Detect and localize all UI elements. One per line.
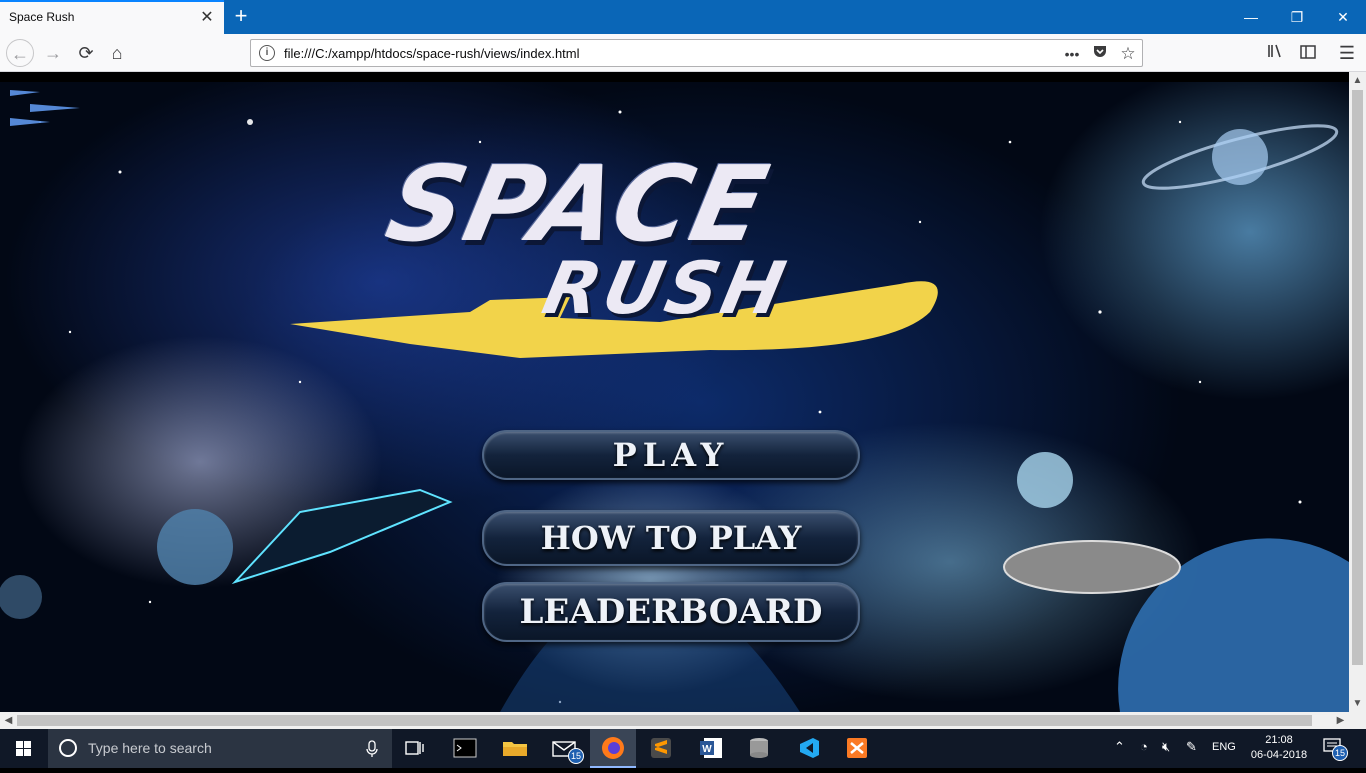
vertical-scrollbar[interactable]: ▲ ▼ <box>1349 72 1366 712</box>
how-to-play-button[interactable]: HOW TO PLAY <box>482 510 860 566</box>
logo-title-rush: RUSH <box>536 246 796 330</box>
mail-badge: 15 <box>568 748 584 764</box>
clock-time: 21:08 <box>1265 734 1293 746</box>
horizontal-scroll-thumb[interactable] <box>17 715 1312 726</box>
word-icon[interactable]: W <box>688 729 734 768</box>
cortana-icon <box>59 739 77 757</box>
browser-nav-bar: ← → ⟳ ⌂ i file:///C:/xampp/htdocs/space-… <box>0 34 1366 72</box>
search-placeholder: Type here to search <box>88 740 212 756</box>
tray-chevron-up-icon[interactable]: ⌃ <box>1114 739 1125 755</box>
scroll-down-icon[interactable]: ▼ <box>1349 695 1366 712</box>
windows-start-icon[interactable] <box>0 729 48 768</box>
scroll-up-icon[interactable]: ▲ <box>1349 72 1366 89</box>
volume-muted-icon[interactable]: 🔇︎ <box>1162 739 1170 755</box>
home-icon[interactable]: ⌂ <box>103 39 131 67</box>
browser-tab-bar: Space Rush ✕ + — ❐ ✕ <box>0 0 1366 34</box>
tab-close-icon[interactable]: ✕ <box>197 8 217 28</box>
language-indicator[interactable]: ENG <box>1212 741 1236 753</box>
xampp-icon[interactable] <box>834 729 880 768</box>
small-ships-icon <box>10 90 80 126</box>
leaderboard-button[interactable]: LEADERBOARD <box>482 582 860 642</box>
minimize-button[interactable]: — <box>1228 0 1274 34</box>
scroll-right-icon[interactable]: ▶ <box>1332 712 1349 729</box>
sublime-text-icon[interactable] <box>638 729 684 768</box>
scroll-left-icon[interactable]: ◀ <box>0 712 17 729</box>
url-bar[interactable]: i file:///C:/xampp/htdocs/space-rush/vie… <box>250 39 1143 67</box>
action-center-icon[interactable]: 15 <box>1322 737 1348 761</box>
new-tab-button[interactable]: + <box>228 4 254 30</box>
spaceship-left-icon <box>231 488 453 585</box>
windows-taskbar: Type here to search 15 W ⌃ ◔ 🔇︎ ✎ ENG 21… <box>0 729 1366 768</box>
page-actions-icon[interactable]: ••• <box>1061 43 1083 65</box>
site-info-icon[interactable]: i <box>259 45 275 61</box>
bookmark-star-icon[interactable]: ☆ <box>1117 43 1139 65</box>
spaceship-right-icon <box>1003 540 1181 594</box>
terminal-icon[interactable] <box>442 729 488 768</box>
browser-tab[interactable]: Space Rush ✕ <box>0 0 224 34</box>
vertical-scroll-thumb[interactable] <box>1352 90 1363 665</box>
svg-text:W: W <box>702 744 712 755</box>
back-icon[interactable]: ← <box>6 39 34 67</box>
library-icon[interactable] <box>1262 39 1290 67</box>
restore-button[interactable]: ❐ <box>1274 0 1320 34</box>
task-view-icon[interactable] <box>392 729 438 768</box>
sidebar-icon[interactable] <box>1294 39 1322 67</box>
microphone-icon <box>366 740 378 757</box>
pen-workspace-icon[interactable]: ✎ <box>1186 739 1197 755</box>
clock[interactable]: 21:08 06-04-2018 <box>1244 733 1314 763</box>
taskbar-search[interactable]: Type here to search <box>48 729 392 768</box>
firefox-icon[interactable] <box>590 729 636 768</box>
horizontal-scrollbar[interactable]: ◀ ▶ <box>0 712 1366 729</box>
pocket-icon[interactable] <box>1089 43 1111 65</box>
logo-title-space: SPACE <box>377 143 780 265</box>
notification-badge: 15 <box>1332 745 1348 761</box>
wifi-icon[interactable]: ◔ <box>1140 739 1148 754</box>
database-icon[interactable] <box>736 729 782 768</box>
mail-icon[interactable]: 15 <box>542 729 588 768</box>
file-explorer-icon[interactable] <box>492 729 538 768</box>
clock-date: 06-04-2018 <box>1250 749 1308 761</box>
forward-icon[interactable]: → <box>39 39 67 67</box>
game-menu-page: SPACE RUSH PLAY HOW TO PLAY LEADERBOARD <box>0 82 1349 712</box>
close-window-button[interactable]: ✕ <box>1320 0 1366 34</box>
tab-title: Space Rush <box>9 10 75 24</box>
vscode-icon[interactable] <box>786 729 832 768</box>
reload-icon[interactable]: ⟳ <box>72 39 100 67</box>
menu-icon[interactable]: ☰ <box>1333 39 1361 67</box>
play-button[interactable]: PLAY <box>482 430 860 480</box>
url-text[interactable]: file:///C:/xampp/htdocs/space-rush/views… <box>284 46 580 61</box>
